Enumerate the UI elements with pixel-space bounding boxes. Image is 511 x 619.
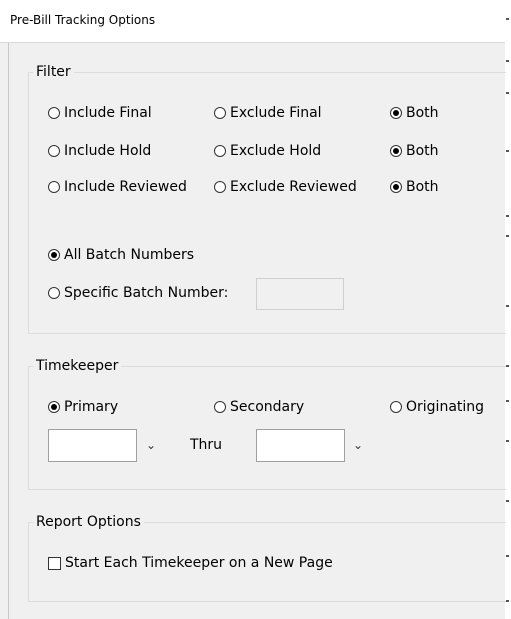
radio-icon	[48, 107, 60, 119]
both-final-radio[interactable]: Both	[390, 105, 439, 121]
radio-icon	[48, 181, 60, 193]
window-left-border	[8, 43, 9, 619]
radio-icon	[214, 181, 226, 193]
new-page-checkbox[interactable]: Start Each Timekeeper on a New Page	[48, 555, 333, 571]
radio-icon	[214, 107, 226, 119]
radio-icon	[48, 145, 60, 157]
exclude-final-label: Exclude Final	[230, 105, 322, 121]
radio-checked-icon	[390, 181, 402, 193]
specific-batch-label: Specific Batch Number:	[64, 285, 229, 301]
include-reviewed-radio[interactable]: Include Reviewed	[48, 179, 187, 195]
radio-icon	[48, 287, 60, 299]
filter-legend: Filter	[36, 64, 71, 80]
title-bar: Pre-Bill Tracking Options	[0, 0, 505, 43]
both-hold-radio[interactable]: Both	[390, 143, 439, 159]
all-batch-label: All Batch Numbers	[64, 247, 195, 263]
radio-checked-icon	[48, 401, 60, 413]
radio-checked-icon	[390, 107, 402, 119]
exclude-hold-radio[interactable]: Exclude Hold	[214, 143, 321, 159]
specific-batch-input[interactable]	[256, 278, 344, 310]
timekeeper-group: Timekeeper	[28, 358, 506, 490]
include-hold-label: Include Hold	[64, 143, 152, 159]
new-page-label: Start Each Timekeeper on a New Page	[65, 555, 333, 571]
originating-radio[interactable]: Originating	[390, 399, 484, 415]
include-final-radio[interactable]: Include Final	[48, 105, 152, 121]
include-final-label: Include Final	[64, 105, 152, 121]
include-hold-radio[interactable]: Include Hold	[48, 143, 151, 159]
exclude-reviewed-label: Exclude Reviewed	[230, 179, 357, 195]
exclude-final-radio[interactable]: Exclude Final	[214, 105, 322, 121]
chevron-down-icon[interactable]: ⌄	[353, 438, 363, 452]
radio-checked-icon	[390, 145, 402, 157]
primary-radio[interactable]: Primary	[48, 399, 118, 415]
radio-icon	[214, 401, 226, 413]
radio-checked-icon	[48, 249, 60, 261]
secondary-label: Secondary	[230, 399, 305, 415]
primary-label: Primary	[64, 399, 119, 415]
timekeeper-to-input[interactable]	[256, 429, 345, 462]
originating-label: Originating	[406, 399, 485, 415]
report-options-legend: Report Options	[36, 514, 141, 530]
both-hold-label: Both	[406, 143, 439, 159]
thru-label: Thru	[190, 437, 223, 453]
exclude-hold-label: Exclude Hold	[230, 143, 322, 159]
radio-icon	[390, 401, 402, 413]
checkbox-icon	[48, 556, 61, 570]
include-reviewed-label: Include Reviewed	[64, 179, 187, 195]
all-batch-radio[interactable]: All Batch Numbers	[48, 247, 194, 263]
radio-icon	[214, 145, 226, 157]
both-reviewed-label: Both	[406, 179, 439, 195]
specific-batch-radio[interactable]: Specific Batch Number:	[48, 285, 228, 301]
exclude-reviewed-radio[interactable]: Exclude Reviewed	[214, 179, 357, 195]
chevron-down-icon[interactable]: ⌄	[146, 438, 156, 452]
both-reviewed-radio[interactable]: Both	[390, 179, 439, 195]
timekeeper-from-input[interactable]	[48, 429, 137, 462]
timekeeper-legend: Timekeeper	[36, 358, 119, 374]
window-title: Pre-Bill Tracking Options	[10, 13, 156, 27]
secondary-radio[interactable]: Secondary	[214, 399, 304, 415]
both-final-label: Both	[406, 105, 439, 121]
